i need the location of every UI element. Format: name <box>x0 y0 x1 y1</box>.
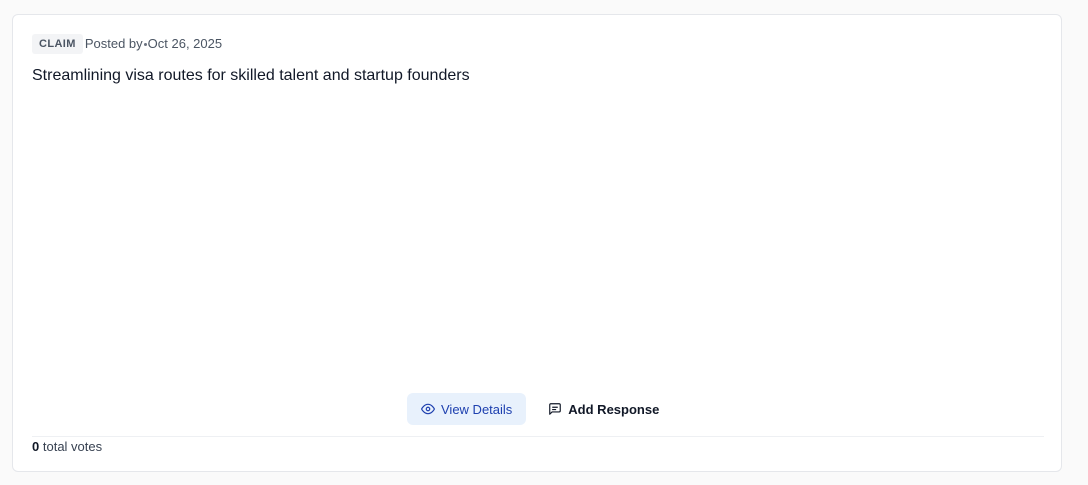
card-actions: View Details Add Response <box>407 393 673 425</box>
separator-dot <box>143 42 147 46</box>
divider <box>32 436 1044 437</box>
claim-badge: CLAIM <box>32 34 83 54</box>
claim-card: CLAIM Posted by Oct 26, 2025 Streamlinin… <box>12 14 1062 472</box>
add-response-label: Add Response <box>568 401 660 417</box>
vote-count: 0 <box>32 439 40 454</box>
posted-by-label: Posted by <box>84 36 143 51</box>
vote-label: total votes <box>42 439 103 454</box>
message-square-icon <box>548 402 562 416</box>
post-date: Oct 26, 2025 <box>147 36 223 51</box>
claim-title: Streamlining visa routes for skilled tal… <box>32 67 470 84</box>
view-details-button[interactable]: View Details <box>407 393 527 425</box>
eye-icon <box>421 402 435 416</box>
view-details-label: View Details <box>441 401 513 417</box>
vote-summary: 0 total votes <box>32 438 102 456</box>
post-meta: CLAIM Posted by Oct 26, 2025 <box>32 33 222 55</box>
add-response-button[interactable]: Add Response <box>534 393 673 425</box>
